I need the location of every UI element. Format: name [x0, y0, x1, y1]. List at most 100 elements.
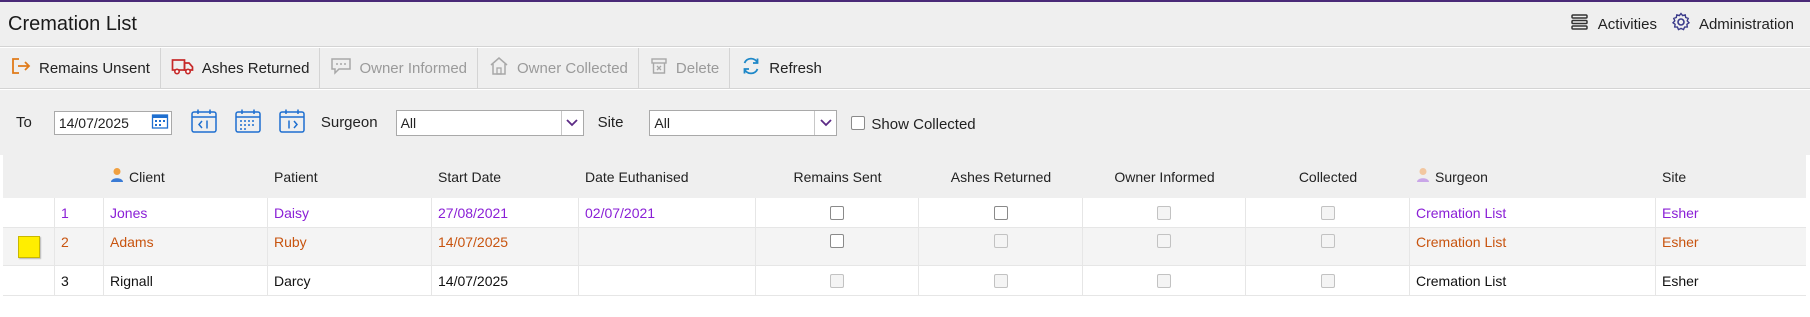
collected-checkbox[interactable] — [1320, 234, 1335, 248]
table-row[interactable]: 2 Adams Ruby 14/07/2025 Cremation List E… — [3, 228, 1806, 266]
row-site: Esher — [1662, 204, 1699, 221]
header-site[interactable]: Site — [1656, 155, 1806, 198]
row-collected-checkbox-cell — [1246, 198, 1410, 227]
ashes-returned-label: Ashes Returned — [201, 59, 310, 77]
row-start-date: 14/07/2025 — [432, 228, 579, 265]
row-date-euthanised: 02/07/2021 — [579, 198, 756, 227]
table-row[interactable]: 1 Jones Daisy 27/08/2021 02/07/2021 Crem… — [3, 198, 1806, 228]
show-collected-label: Show Collected — [871, 116, 976, 133]
header-flag — [3, 155, 55, 198]
ashes-returned-checkbox[interactable] — [993, 273, 1008, 288]
header-date-euthanised[interactable]: Date Euthanised — [579, 155, 756, 198]
surgeon-select[interactable]: All — [395, 109, 584, 136]
ashes-returned-checkbox[interactable] — [993, 205, 1008, 220]
row-flag — [3, 228, 55, 265]
exit-arrow-icon — [10, 56, 32, 80]
row-owner-informed-checkbox-cell — [1083, 228, 1246, 265]
collected-checkbox[interactable] — [1320, 273, 1335, 288]
header-collected-label: Collected — [1298, 168, 1358, 185]
row-number: 3 — [55, 266, 104, 295]
toolbar: Remains Unsent Ashes Returned Owner Info… — [0, 48, 1810, 89]
row-patient[interactable]: Darcy — [268, 266, 432, 295]
row-collected-checkbox-cell — [1246, 228, 1410, 265]
row-client[interactable]: Rignall — [104, 266, 268, 295]
site-select[interactable]: All — [649, 109, 838, 136]
row-client[interactable]: Jones — [104, 198, 268, 227]
owner-informed-button[interactable]: Owner Informed — [320, 48, 479, 88]
remains-sent-checkbox[interactable] — [830, 234, 844, 248]
header-client[interactable]: Client — [104, 155, 268, 198]
cremation-grid: Client Patient Start Date Date Euthanise… — [3, 155, 1806, 296]
next-day-calendar-icon[interactable] — [278, 108, 306, 138]
header-remains-sent-label: Remains Sent — [793, 168, 882, 185]
surgeon-label: Surgeon — [320, 114, 378, 131]
header-ashes-returned[interactable]: Ashes Returned — [919, 155, 1083, 198]
delete-button[interactable]: Delete — [639, 48, 731, 88]
header-start-date[interactable]: Start Date — [432, 155, 579, 198]
page-title: Cremation List — [8, 12, 137, 35]
chevron-down-icon[interactable] — [814, 110, 836, 135]
site-select-value: All — [654, 114, 670, 131]
owner-collected-button[interactable]: Owner Collected — [478, 48, 639, 88]
calendar-icon[interactable] — [151, 112, 169, 133]
row-ashes-returned-checkbox-cell — [919, 266, 1083, 295]
ashes-returned-button[interactable]: Ashes Returned — [161, 48, 321, 88]
header-client-label: Client — [129, 168, 165, 185]
show-collected-checkbox[interactable] — [851, 115, 866, 130]
owner-informed-checkbox[interactable] — [1157, 234, 1171, 248]
row-patient[interactable]: Daisy — [268, 198, 432, 227]
owner-collected-label: Owner Collected — [517, 59, 628, 77]
row-start-date: 27/08/2021 — [432, 198, 579, 227]
chevron-down-icon[interactable] — [560, 110, 583, 135]
to-date-value: 14/07/2025 — [58, 114, 129, 131]
row-site: Esher — [1662, 234, 1699, 250]
home-icon — [488, 56, 510, 80]
filter-bar: To 14/07/2025 Surgeon All Site All Show … — [0, 90, 1810, 155]
ashes-returned-checkbox[interactable] — [993, 234, 1008, 248]
activities-button[interactable]: Activities — [1570, 13, 1657, 35]
owner-informed-checkbox[interactable] — [1157, 273, 1171, 288]
row-ashes-returned-checkbox-cell — [919, 198, 1083, 227]
row-remains-sent-checkbox-cell — [756, 198, 919, 227]
today-calendar-icon[interactable] — [234, 108, 262, 138]
header-collected[interactable]: Collected — [1246, 155, 1410, 198]
row-client[interactable]: Adams — [104, 228, 268, 265]
refresh-label: Refresh — [769, 59, 822, 77]
gear-icon — [1671, 12, 1691, 36]
collected-checkbox[interactable] — [1320, 205, 1335, 220]
row-collected-checkbox-cell — [1246, 266, 1410, 295]
row-surgeon: Cremation List — [1410, 198, 1656, 227]
previous-day-calendar-icon[interactable] — [190, 108, 218, 138]
row-flag — [3, 266, 55, 295]
list-icon — [1570, 13, 1590, 35]
refresh-button[interactable]: Refresh — [730, 48, 832, 88]
row-start-date: 14/07/2025 — [432, 266, 579, 295]
grid-header: Client Patient Start Date Date Euthanise… — [3, 155, 1806, 198]
owner-informed-checkbox[interactable] — [1157, 205, 1171, 220]
header-start-date-label: Start Date — [438, 168, 502, 185]
table-row[interactable]: 3 Rignall Darcy 14/07/2025 Cremation Lis… — [3, 266, 1806, 296]
administration-button[interactable]: Administration — [1671, 12, 1794, 36]
surgeon-person-icon — [1416, 167, 1430, 186]
administration-label: Administration — [1698, 15, 1794, 33]
header-owner-informed[interactable]: Owner Informed — [1083, 155, 1246, 198]
remains-unsent-label: Remains Unsent — [39, 59, 150, 77]
header-number — [55, 155, 104, 198]
row-surgeon: Cremation List — [1410, 266, 1656, 295]
remains-sent-checkbox[interactable] — [830, 273, 844, 288]
to-date-field[interactable]: 14/07/2025 — [53, 110, 172, 135]
owner-informed-label: Owner Informed — [359, 59, 468, 77]
row-owner-informed-checkbox-cell — [1083, 266, 1246, 295]
title-actions: Activities Administration — [1570, 12, 1810, 36]
header-remains-sent[interactable]: Remains Sent — [756, 155, 919, 198]
remains-unsent-button[interactable]: Remains Unsent — [0, 48, 161, 88]
header-patient[interactable]: Patient — [268, 155, 432, 198]
truck-icon — [171, 56, 195, 80]
header-owner-informed-label: Owner Informed — [1114, 168, 1215, 185]
title-bar: Cremation List Activities Administration — [0, 2, 1810, 47]
header-surgeon[interactable]: Surgeon — [1410, 155, 1656, 198]
remains-sent-checkbox[interactable] — [830, 205, 844, 220]
row-patient[interactable]: Ruby — [268, 228, 432, 265]
delete-label: Delete — [675, 59, 720, 77]
yellow-flag-swatch — [17, 235, 40, 258]
